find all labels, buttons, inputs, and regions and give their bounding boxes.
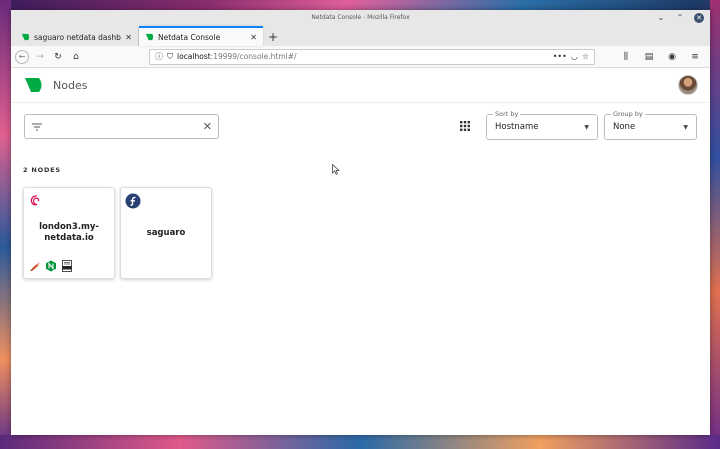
tab-close-icon[interactable]: ✕ [125,33,132,42]
nodes-count: 2 NODES [23,166,61,174]
menu-icon[interactable]: ≡ [688,50,702,64]
filter-input[interactable] [51,122,203,131]
netdata-logo-icon[interactable] [24,77,44,93]
tab-saguaro-dashboard[interactable]: saguaro netdata dashboar ✕ [15,28,139,46]
account-icon[interactable]: ◉ [665,50,679,64]
reload-icon[interactable]: ↻ [51,50,65,64]
node-card[interactable]: saguaro [120,187,212,279]
sidebar-icon[interactable]: ▤ [642,50,656,64]
clear-filter-icon[interactable]: ✕ [203,120,212,133]
tab-netdata-console[interactable]: Netdata Console ✕ [139,26,263,46]
maximize-icon[interactable]: ⌃ [675,13,685,23]
debian-icon [30,195,40,206]
tab-label: Netdata Console [158,32,221,42]
new-tab-button[interactable]: + [263,28,283,46]
home-icon[interactable]: ⌂ [69,50,83,64]
library-icon[interactable]: ⫼ [619,50,633,64]
forward-icon[interactable]: → [33,50,47,64]
page-content: Nodes ✕ Sort by Hostname ▼ Group by None… [11,68,710,435]
desktop-wallpaper-left [0,0,11,449]
back-icon[interactable]: ← [15,49,29,64]
window-title: Netdata Console - Mozilla Firefox [311,14,410,21]
node-card[interactable]: london3.my-netdata.io [23,187,115,279]
shield-icon[interactable]: ⛉ [167,52,173,62]
browser-window: Netdata Console - Mozilla Firefox ⌄ ⌃ ✕ … [11,10,710,435]
url-bar[interactable]: ⓘ ⛉ localhost:19999/console.html#/ ••• ◡… [149,48,595,65]
bookmark-star-icon[interactable]: ☆ [582,52,589,61]
node-name: saguaro [146,228,186,238]
nodes-toolbar: ✕ Sort by Hostname ▼ Group by None ▼ [11,103,710,155]
mouse-cursor-icon [332,164,340,175]
url-text: localhost:19999/console.html#/ [177,52,297,61]
dropdown-caret-icon: ▼ [584,123,589,131]
apache-icon [30,262,40,271]
sort-by-select[interactable]: Sort by Hostname ▼ [486,110,598,140]
tab-close-icon[interactable]: ✕ [250,33,257,42]
fedora-icon [125,193,141,209]
group-by-value: None [613,122,636,132]
close-window-icon[interactable]: ✕ [694,13,704,23]
info-icon[interactable]: ⓘ [155,51,163,62]
sort-by-label: Sort by [493,110,521,118]
group-by-label: Group by [611,110,645,118]
page-title: Nodes [53,78,88,92]
navigation-bar: ← → ↻ ⌂ ⓘ ⛉ localhost:19999/console.html… [11,46,710,68]
dropdown-caret-icon: ▼ [683,123,688,131]
nginx-icon [46,260,56,272]
sort-by-value: Hostname [495,122,539,132]
user-avatar[interactable] [678,75,698,95]
page-actions-icon[interactable]: ••• [553,52,567,61]
app-header: Nodes [11,68,710,103]
filter-icon [32,123,42,130]
desktop-wallpaper-right [710,0,720,449]
logs-icon [62,260,72,272]
service-icons [29,260,73,272]
tab-bar: saguaro netdata dashboar ✕ Netdata Conso… [11,26,710,46]
tab-label: saguaro netdata dashboar [34,32,121,42]
toolbar-right: ⫼ ▤ ◉ ≡ [619,50,706,64]
pocket-icon[interactable]: ◡ [571,52,578,61]
node-name: london3.my-netdata.io [39,222,99,243]
minimize-icon[interactable]: ⌄ [656,13,666,23]
desktop-wallpaper-bottom [0,435,720,449]
filter-box[interactable]: ✕ [24,114,219,139]
netdata-favicon-icon [21,33,30,41]
window-titlebar: Netdata Console - Mozilla Firefox ⌄ ⌃ ✕ [11,10,710,26]
grid-view-icon[interactable] [460,121,470,131]
window-controls: ⌄ ⌃ ✕ [656,13,704,23]
group-by-select[interactable]: Group by None ▼ [604,110,697,140]
netdata-favicon-icon [145,33,154,41]
